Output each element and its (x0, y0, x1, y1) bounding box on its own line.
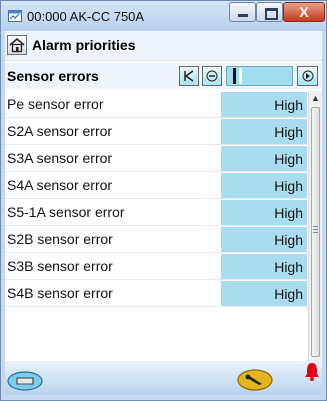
page-title: Alarm priorities (32, 37, 136, 53)
footer-bar (5, 361, 322, 395)
row-label: S3A sensor error (7, 150, 113, 166)
list-item[interactable]: S3B sensor error High (5, 253, 307, 280)
wrench-icon[interactable] (237, 369, 273, 391)
list-item[interactable]: S3A sensor error High (5, 145, 307, 172)
row-label: Pe sensor error (7, 96, 104, 112)
close-icon: X (299, 4, 309, 20)
section-header: Sensor errors (5, 63, 322, 89)
minimize-icon (238, 14, 248, 17)
maximize-icon (265, 8, 278, 20)
list-item[interactable]: S4B sensor error High (5, 280, 307, 307)
alarm-bell-icon[interactable] (304, 361, 320, 381)
row-value[interactable]: High (221, 172, 307, 198)
scroll-up-icon[interactable]: ▲ (309, 91, 322, 105)
first-page-icon (184, 70, 194, 82)
sensor-error-list: Pe sensor error High S2A sensor error High… (5, 91, 307, 307)
list-item[interactable]: S2A sensor error High (5, 118, 307, 145)
row-value[interactable]: High (221, 118, 307, 144)
row-label: S4A sensor error (7, 177, 113, 193)
next-icon (302, 70, 314, 82)
row-value[interactable]: High (221, 145, 307, 171)
controller-icon[interactable] (7, 371, 43, 391)
first-page-button[interactable] (179, 66, 199, 86)
minimize-button[interactable] (229, 2, 256, 22)
list-item[interactable]: S4A sensor error High (5, 172, 307, 199)
next-button[interactable] (297, 66, 318, 86)
previous-icon (206, 70, 218, 82)
list-item[interactable]: Pe sensor error High (5, 91, 307, 118)
previous-button[interactable] (202, 66, 222, 86)
app-window-icon (8, 10, 22, 22)
title-bar[interactable]: 00:000 AK-CC 750A X (1, 1, 326, 31)
slider-thumb-icon (233, 68, 242, 84)
page-header: Alarm priorities (5, 31, 322, 61)
row-label: S2B sensor error (7, 231, 113, 247)
list-item[interactable]: S2B sensor error High (5, 226, 307, 253)
application-window: 00:000 AK-CC 750A X Alarm priorities Sen… (0, 0, 327, 401)
grip-icon (313, 226, 318, 234)
window-title: 00:000 AK-CC 750A (27, 9, 145, 24)
row-label: S3B sensor error (7, 258, 113, 274)
home-button[interactable] (7, 35, 27, 55)
page-slider[interactable] (226, 66, 293, 86)
section-title: Sensor errors (7, 68, 99, 84)
close-button[interactable]: X (283, 2, 325, 22)
vertical-scrollbar[interactable]: ▲ ▼ (308, 91, 322, 373)
row-value[interactable]: High (221, 226, 307, 252)
row-label: S4B sensor error (7, 285, 113, 301)
row-value[interactable]: High (221, 253, 307, 279)
row-value[interactable]: High (221, 280, 307, 306)
list-item[interactable]: S5-1A sensor error High (5, 199, 307, 226)
scroll-thumb[interactable] (311, 107, 320, 357)
maximize-button[interactable] (256, 2, 283, 22)
row-value[interactable]: High (221, 91, 307, 117)
client-area: Alarm priorities Sensor errors Pe sensor… (5, 31, 322, 395)
row-value[interactable]: High (221, 199, 307, 225)
row-label: S5-1A sensor error (7, 204, 125, 220)
home-icon (9, 38, 25, 53)
row-label: S2A sensor error (7, 123, 113, 139)
